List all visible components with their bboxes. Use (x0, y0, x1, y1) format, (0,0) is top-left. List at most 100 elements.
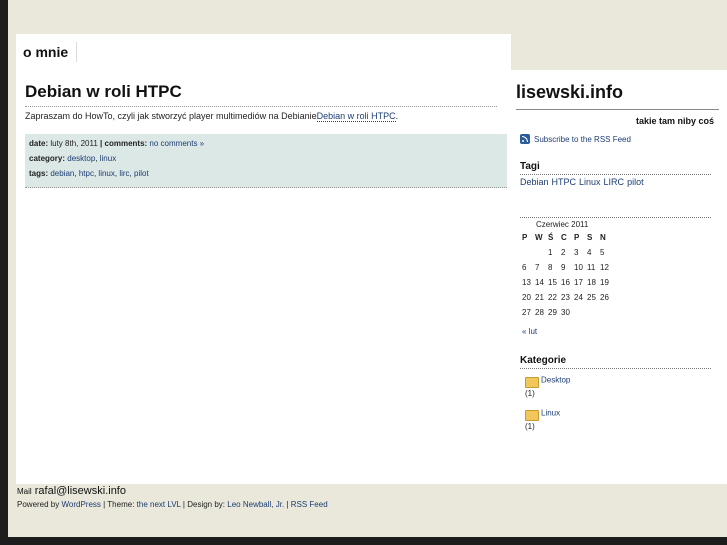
category-link[interactable]: Linux (541, 409, 560, 418)
tag-cloud: Debian HTPC Linux LIRC pilot (520, 177, 647, 187)
site-title[interactable]: lisewski.info (516, 82, 623, 103)
calendar-day: 17 (574, 278, 583, 287)
meta-category-line: category: desktop, linux (29, 154, 117, 163)
calendar-day: 26 (600, 293, 609, 302)
categories-widget-title: Kategorie (520, 355, 567, 366)
meta-tag-link[interactable]: linux (98, 169, 114, 178)
category-link[interactable]: Desktop (541, 376, 570, 385)
meta-date-label: date: (29, 139, 49, 148)
calendar-day: 22 (548, 293, 557, 302)
calendar-weekday: W (535, 233, 543, 242)
rss-subscribe[interactable]: Subscribe to the RSS Feed (520, 134, 631, 144)
footer-mail-label: Mail (17, 487, 32, 496)
site-title-divider (516, 109, 719, 110)
meta-category-label: category: (29, 154, 66, 163)
meta-tags-line: tags: debian, htpc, linux, lirc, pilot (29, 169, 149, 178)
footer-designer-link[interactable]: Leo Newball, Jr. (227, 500, 284, 509)
footer-powered-prefix: Powered by (17, 500, 60, 509)
calendar-day: 14 (535, 278, 544, 287)
category-item: Linux (1) (525, 408, 560, 431)
meta-tag-link[interactable]: htpc (79, 169, 94, 178)
footer-rss-link[interactable]: RSS Feed (291, 500, 328, 509)
top-menu: o mnie (16, 34, 511, 70)
calendar-day: 5 (600, 248, 605, 257)
calendar-day: 8 (548, 263, 553, 272)
footer-separator: | (286, 500, 289, 509)
calendar-day: 2 (561, 248, 566, 257)
meta-date-value: luty 8th, 2011 (50, 139, 98, 148)
calendar-day: 11 (587, 263, 596, 272)
tags-widget-divider (520, 174, 711, 175)
calendar-weekdays: P W Ś C P S N (522, 230, 613, 245)
calendar-day: 7 (535, 263, 540, 272)
footer-theme-prefix: | Theme: (103, 500, 135, 509)
calendar-day: 13 (522, 278, 531, 287)
calendar-day: 6 (522, 263, 527, 272)
rss-icon (520, 134, 530, 144)
tag-link[interactable]: pilot (627, 177, 644, 187)
tag-link[interactable]: Debian (520, 177, 549, 187)
menu-item-o-mnie[interactable]: o mnie (23, 42, 78, 62)
meta-tag-link[interactable]: pilot (134, 169, 149, 178)
calendar-week: 12345 (522, 245, 613, 260)
footer-design-prefix: | Design by: (182, 500, 226, 509)
tag-link[interactable]: LIRC (604, 177, 625, 187)
sidebar: lisewski.info takie tam niby coś Subscri… (511, 70, 727, 484)
calendar-day: 12 (600, 263, 609, 272)
post-title[interactable]: Debian w roli HTPC (25, 82, 182, 102)
calendar-prev-link[interactable]: « lut (522, 327, 537, 336)
calendar-day: 27 (522, 308, 531, 317)
meta-tag-link[interactable]: lirc (119, 169, 129, 178)
meta-tags-label: tags: (29, 169, 49, 178)
calendar-day (587, 305, 600, 320)
meta-comments-label: | comments: (100, 139, 148, 148)
calendar-day: 20 (522, 293, 531, 302)
footer-credits: Powered by WordPress | Theme: the next L… (17, 500, 328, 509)
meta-comments-link[interactable]: no comments » (149, 139, 204, 148)
tags-widget-title: Tagi (520, 161, 540, 172)
calendar-day: 24 (574, 293, 583, 302)
calendar-weekday: P (574, 233, 580, 242)
meta-date-line: date: luty 8th, 2011 | comments: no comm… (29, 139, 204, 148)
calendar-day: 4 (587, 248, 592, 257)
calendar-day: 1 (548, 248, 553, 257)
post-body-end: . (395, 111, 399, 121)
calendar-week: 6 7 8 9 10 11 12 (522, 260, 613, 275)
meta-category-link[interactable]: desktop (67, 154, 95, 163)
site-tagline: takie tam niby coś (635, 116, 714, 126)
calendar-day: 29 (548, 308, 557, 317)
calendar-weekday: S (587, 233, 593, 242)
footer-theme-link[interactable]: the next LVL (137, 500, 181, 509)
calendar-day: 23 (561, 293, 570, 302)
calendar-day: 19 (600, 278, 609, 287)
calendar-day: 9 (561, 263, 566, 272)
calendar-week: 20 21 22 23 24 25 26 (522, 290, 613, 305)
calendar-caption: Czerwiec 2011 (536, 220, 589, 229)
tag-link[interactable]: HTPC (552, 177, 577, 187)
category-count: (1) (525, 389, 535, 398)
footer-mail-value[interactable]: rafal@lisewski.info (35, 485, 126, 497)
post-body-link[interactable]: Debian w roli HTPC (316, 111, 396, 122)
meta-category-link[interactable]: linux (100, 154, 116, 163)
category-item: Desktop (1) (525, 375, 570, 398)
calendar-weekday: N (600, 233, 606, 242)
calendar-weekday: C (561, 233, 567, 242)
calendar-weekday: P (522, 233, 528, 242)
post-meta: date: luty 8th, 2011 | comments: no comm… (25, 134, 507, 188)
calendar-day: 30 (561, 308, 570, 317)
post-body-text: Zapraszam do HowTo, czyli jak stworzyć p… (25, 111, 317, 121)
calendar-day (600, 305, 613, 320)
post-body: Zapraszam do HowTo, czyli jak stworzyć p… (25, 111, 399, 122)
category-count: (1) (525, 422, 535, 431)
rss-subscribe-label[interactable]: Subscribe to the RSS Feed (534, 135, 631, 144)
calendar-day: 18 (587, 278, 596, 287)
footer-mail: Mail rafal@lisewski.info (17, 485, 126, 497)
tag-link[interactable]: Linux (579, 177, 601, 187)
folder-icon (525, 410, 539, 421)
folder-icon (525, 377, 539, 388)
footer-wordpress-link[interactable]: WordPress (61, 500, 100, 509)
calendar-day (535, 245, 548, 260)
calendar-day: 3 (574, 248, 579, 257)
meta-tag-link[interactable]: debian (50, 169, 74, 178)
calendar-day: 25 (587, 293, 596, 302)
